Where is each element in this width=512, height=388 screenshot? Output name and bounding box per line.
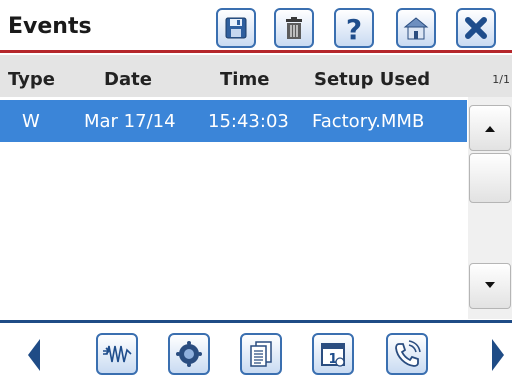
scroll-up-button[interactable] — [469, 105, 511, 151]
scrollbar[interactable] — [468, 97, 512, 319]
table-header: Type Date Time Setup Used 1/1 — [0, 55, 512, 97]
delete-button[interactable] — [274, 8, 314, 48]
cell-time: 15:43:03 — [208, 111, 289, 132]
close-button[interactable] — [456, 8, 496, 48]
calendar-icon: 1 — [321, 343, 345, 367]
cell-type: W — [22, 111, 40, 132]
arrow-left-icon — [28, 339, 40, 371]
help-button[interactable]: ? — [334, 8, 374, 48]
home-icon — [403, 17, 429, 40]
phone-button[interactable] — [386, 333, 428, 375]
column-header-setup: Setup Used — [314, 69, 431, 90]
home-button[interactable] — [396, 8, 436, 48]
page-indicator: 1/1 — [492, 73, 510, 86]
trash-icon — [286, 17, 302, 39]
table-row[interactable]: W Mar 17/14 15:43:03 Factory.MMB — [0, 100, 467, 142]
page-title: Events — [8, 14, 92, 39]
svg-text:?: ? — [346, 13, 362, 43]
triangle-up-icon — [485, 126, 495, 132]
cell-date: Mar 17/14 — [84, 111, 176, 132]
save-button[interactable] — [216, 8, 256, 48]
column-header-time: Time — [220, 69, 270, 90]
column-header-type: Type — [8, 69, 55, 90]
waveform-icon — [103, 345, 132, 363]
column-header-date: Date — [104, 69, 152, 90]
documents-icon — [250, 341, 272, 367]
scroll-thumb[interactable] — [469, 153, 511, 203]
documents-button[interactable] — [240, 333, 282, 375]
help-icon: ? — [346, 13, 362, 43]
phone-icon — [395, 340, 421, 367]
triangle-down-icon — [485, 282, 495, 288]
measurement-icon — [176, 341, 202, 367]
scroll-down-button[interactable] — [469, 263, 511, 309]
measurement-button[interactable] — [168, 333, 210, 375]
bottom-toolbar: 1 — [0, 323, 512, 388]
close-icon — [465, 17, 487, 39]
waveform-button[interactable] — [96, 333, 138, 375]
arrow-right-icon — [492, 339, 504, 371]
next-button[interactable] — [486, 335, 510, 375]
save-icon — [225, 17, 247, 39]
events-list: W Mar 17/14 15:43:03 Factory.MMB — [0, 97, 467, 319]
calendar-button[interactable]: 1 — [312, 333, 354, 375]
title-divider — [0, 50, 512, 53]
previous-button[interactable] — [22, 335, 46, 375]
cell-setup: Factory.MMB — [312, 111, 425, 132]
